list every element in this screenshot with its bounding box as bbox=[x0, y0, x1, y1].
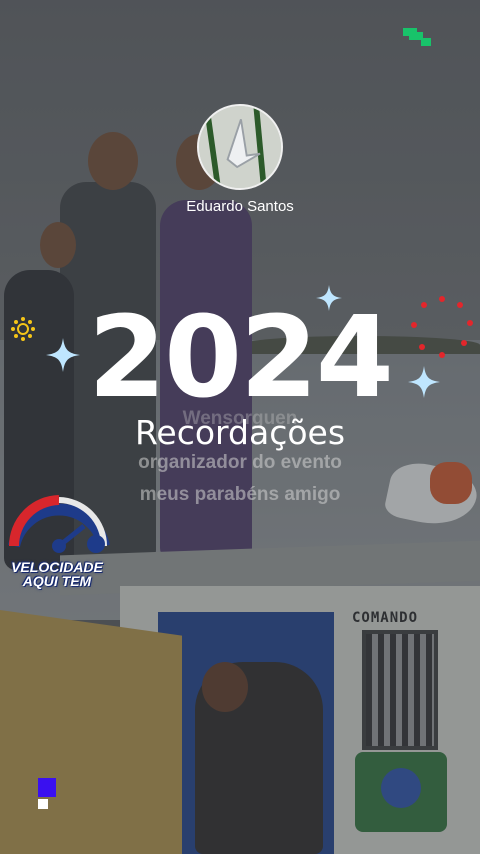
username[interactable]: Eduardo Santos bbox=[120, 198, 360, 215]
avatar-image bbox=[199, 106, 281, 188]
sparkle-icon bbox=[408, 366, 440, 398]
speed-badge-line: AQUI TEM bbox=[22, 573, 92, 589]
speed-badge-text: VELOCIDADE AQUI TEM bbox=[4, 560, 110, 588]
sparkle-icon bbox=[316, 285, 342, 311]
caption-line: meus parabéns amigo bbox=[139, 484, 341, 505]
avatar[interactable] bbox=[197, 104, 283, 190]
sun-icon bbox=[11, 317, 35, 341]
corner-logo-icon bbox=[38, 778, 56, 809]
year-title: 2024 bbox=[88, 293, 394, 423]
caption-line: organizador do evento bbox=[138, 452, 342, 473]
memories-subtitle: Recordações bbox=[134, 413, 346, 452]
dot-ring-icon bbox=[411, 296, 473, 358]
sparkle-icon bbox=[46, 338, 80, 372]
status-indicator-icon bbox=[403, 28, 433, 48]
speed-badge-line: VELOCIDADE bbox=[11, 559, 103, 575]
